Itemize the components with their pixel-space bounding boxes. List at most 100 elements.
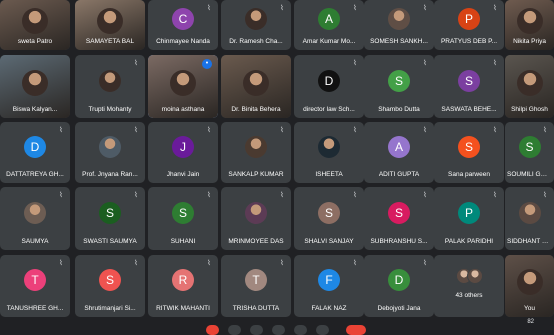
mic-off-icon: ⌇ bbox=[207, 260, 211, 267]
participant-name: Dr. Ramesh Cha... bbox=[229, 38, 283, 45]
mic-off-icon: ⌇ bbox=[59, 192, 63, 199]
participant-tile[interactable]: S ⌇ Shambo Dutta bbox=[364, 55, 434, 118]
participant-avatar: F bbox=[318, 269, 340, 291]
mic-off-icon: ⌇ bbox=[493, 60, 497, 67]
participant-tile[interactable]: J ⌇ Jhanvi Jain bbox=[148, 122, 218, 183]
participant-tile[interactable]: A ⌇ ADITI GUPTA bbox=[364, 122, 434, 183]
participant-tile[interactable]: Shilpi Ghosh bbox=[505, 55, 554, 118]
participant-avatar: A bbox=[318, 8, 340, 30]
participant-tile[interactable]: C ⌇ Chinmayee Nanda bbox=[148, 0, 218, 50]
mic-off-icon: ⌇ bbox=[207, 127, 211, 134]
participant-tile[interactable]: Nikita Priya bbox=[505, 0, 554, 50]
participant-avatar: S bbox=[99, 269, 121, 291]
participant-photo bbox=[99, 70, 121, 92]
video-face bbox=[22, 70, 48, 96]
captions-button[interactable] bbox=[250, 325, 263, 335]
participant-name: SUBHRANSHU S... bbox=[370, 238, 428, 245]
participant-tile[interactable]: S ⌇ SUHANI bbox=[148, 187, 218, 250]
participant-name: You bbox=[524, 305, 535, 312]
participant-tile[interactable]: 43 others bbox=[434, 255, 504, 317]
participant-tile[interactable]: You bbox=[505, 255, 554, 317]
participant-name: TRISHA DUTTA bbox=[232, 305, 280, 312]
more-button[interactable] bbox=[316, 325, 329, 335]
participant-tile[interactable]: P ⌇ PRATYUS DEB P... bbox=[434, 0, 504, 50]
participant-name: 43 others bbox=[455, 292, 483, 299]
participant-avatar: J bbox=[172, 136, 194, 158]
participant-avatar: S bbox=[458, 70, 480, 92]
participant-tile[interactable]: sweta Patro bbox=[0, 0, 70, 50]
mic-off-icon: ⌇ bbox=[493, 5, 497, 12]
participant-name: DATTATREYA GH... bbox=[6, 171, 64, 178]
participant-name: SWASTI SAUMYA bbox=[83, 238, 137, 245]
participant-tile[interactable]: T ⌇ TANUSHREE GH... bbox=[0, 255, 70, 317]
participant-tile[interactable]: • moina asthana bbox=[148, 55, 218, 118]
participant-tile[interactable]: S ⌇ SUBHRANSHU S... bbox=[364, 187, 434, 250]
participant-name: MRINMOYEE DAS bbox=[228, 238, 284, 245]
participant-tile[interactable]: ⌇ MRINMOYEE DAS bbox=[221, 187, 291, 250]
participant-tile[interactable]: ⌇ Trupti Mohanty bbox=[75, 55, 145, 118]
video-face bbox=[22, 8, 48, 34]
mic-off-icon: ⌇ bbox=[493, 127, 497, 134]
participant-tile[interactable]: S ⌇ Shrutimanjari Si... bbox=[75, 255, 145, 317]
participant-tile[interactable]: SAMAYETA BAL bbox=[75, 0, 145, 50]
participant-avatar: S bbox=[172, 202, 194, 224]
mic-off-icon: ⌇ bbox=[280, 127, 284, 134]
participant-name: PALAK PARIDHI bbox=[444, 238, 494, 245]
participant-tile[interactable]: S ⌇ SHALVI SANJAY bbox=[294, 187, 364, 250]
participant-name: PRATYUS DEB P... bbox=[440, 38, 498, 45]
participant-name: Biswa Kalyan... bbox=[12, 106, 58, 113]
participant-photo bbox=[245, 136, 267, 158]
participant-tile[interactable]: D ⌇ DATTATREYA GH... bbox=[0, 122, 70, 183]
camera-button[interactable] bbox=[228, 325, 241, 335]
participant-name: Amar Kumar Mo... bbox=[302, 38, 356, 45]
participant-avatar: S bbox=[458, 136, 480, 158]
participant-name: SUHANI bbox=[170, 238, 196, 245]
participant-tile[interactable]: R ⌇ RITWIK MAHANTI bbox=[148, 255, 218, 317]
participant-name: Sana parween bbox=[448, 171, 490, 178]
participant-tile[interactable]: ⌇ Dr. Ramesh Cha... bbox=[221, 0, 291, 50]
mic-off-icon: ⌇ bbox=[353, 260, 357, 267]
participant-name: Shambo Dutta bbox=[378, 106, 420, 113]
participants-count: 82 bbox=[527, 319, 534, 325]
video-face bbox=[516, 269, 543, 295]
participant-tile[interactable]: T ⌇ TRISHA DUTTA bbox=[221, 255, 291, 317]
participant-photo bbox=[388, 8, 410, 30]
participant-tile[interactable]: ⌇ SAUMYA bbox=[0, 187, 70, 250]
participant-tile[interactable]: ⌇ ISHEETA bbox=[294, 122, 364, 183]
participant-tile[interactable]: S ⌇ SWASTI SAUMYA bbox=[75, 187, 145, 250]
participant-name: SIDDHANT MI... bbox=[507, 238, 554, 245]
participant-name: TANUSHREE GH... bbox=[6, 305, 64, 312]
participant-tile[interactable]: ⌇ Prof. Jnyana Ran... bbox=[75, 122, 145, 183]
present-button[interactable] bbox=[272, 325, 285, 335]
video-face bbox=[516, 8, 543, 34]
participant-tile[interactable]: F ⌇ FALAK NAZ bbox=[294, 255, 364, 317]
participant-tile[interactable]: S ⌇ SOUMILI GOS... bbox=[505, 122, 554, 183]
participant-name: Jhanvi Jain bbox=[166, 171, 200, 178]
participant-tile[interactable]: Biswa Kalyan... bbox=[0, 55, 70, 118]
participant-tile[interactable]: S ⌇ SASWATA BEHE... bbox=[434, 55, 504, 118]
participant-tile[interactable]: ⌇ SANKALP KUMAR bbox=[221, 122, 291, 183]
mic-off-icon: ⌇ bbox=[423, 260, 427, 267]
mic-button[interactable] bbox=[206, 325, 219, 335]
participant-tile[interactable]: A ⌇ Amar Kumar Mo... bbox=[294, 0, 364, 50]
participant-tile[interactable]: Dr. Binita Behera bbox=[221, 55, 291, 118]
participant-name: Trupti Mohanty bbox=[88, 106, 132, 113]
mic-off-icon: ⌇ bbox=[59, 127, 63, 134]
participant-avatar: C bbox=[172, 8, 194, 30]
participant-tile[interactable]: D ⌇ Debojyoti Jana bbox=[364, 255, 434, 317]
end-call-button[interactable] bbox=[346, 325, 366, 335]
participant-tile[interactable]: ⌇ SIDDHANT MI... bbox=[505, 187, 554, 250]
participant-name: Shrutimanjari Si... bbox=[84, 305, 136, 312]
raise-hand-button[interactable] bbox=[294, 325, 307, 335]
participant-avatar: P bbox=[458, 202, 480, 224]
participant-name: SANKALP KUMAR bbox=[228, 171, 284, 178]
mic-off-icon: ⌇ bbox=[280, 5, 284, 12]
meeting-controls-bar: 82 bbox=[0, 319, 554, 335]
participant-avatar: S bbox=[99, 202, 121, 224]
participant-name: ADITI GUPTA bbox=[378, 171, 420, 178]
mic-off-icon: ⌇ bbox=[423, 5, 427, 12]
participant-tile[interactable]: D ⌇ director law Sch... bbox=[294, 55, 364, 118]
participant-tile[interactable]: S ⌇ Sana parween bbox=[434, 122, 504, 183]
participant-tile[interactable]: P ⌇ PALAK PARIDHI bbox=[434, 187, 504, 250]
participant-tile[interactable]: ⌇ SOMESH SANKH... bbox=[364, 0, 434, 50]
